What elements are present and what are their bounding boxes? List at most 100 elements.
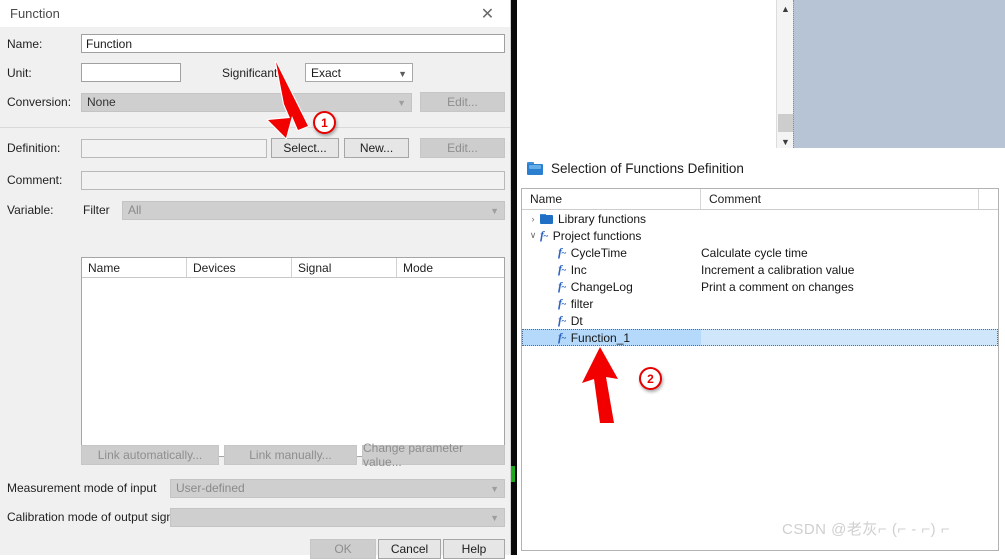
- chevron-down-icon: ▼: [490, 513, 499, 523]
- function-dialog-titlebar: Function ✕: [0, 0, 510, 27]
- name-row: Name: Function: [0, 34, 510, 53]
- measurement-mode-row: Measurement mode of input User-defined ▼: [0, 478, 510, 498]
- tree-item-label: Project functions: [552, 228, 642, 243]
- tree-item-comment: [701, 227, 979, 244]
- background-list-panel: [505, 0, 796, 148]
- fx-icon: f~: [558, 330, 566, 344]
- chevron-down-icon: ▼: [490, 206, 499, 216]
- chevron-down-icon: ▼: [398, 68, 407, 79]
- tree-item-name-cell: ∨ f~ Project functions: [522, 227, 701, 244]
- measurement-mode-label: Measurement mode of input: [7, 481, 157, 495]
- tree-item-comment: [701, 329, 979, 346]
- tree-col-name[interactable]: Name: [522, 189, 701, 209]
- annotation-marker-2: 2: [639, 367, 662, 390]
- tree-item-name-cell: f~ Dt: [522, 312, 701, 329]
- unit-row: Unit: Significant Exact ▼: [0, 63, 510, 82]
- tree-item-cycletime[interactable]: f~ CycleTime Calculate cycle time: [522, 244, 998, 261]
- definition-input[interactable]: [81, 138, 267, 158]
- tree-item-label: Function_1: [570, 330, 631, 345]
- tree-item-function-1[interactable]: f~ Function_1: [522, 329, 998, 346]
- annotation-arrow-2: [580, 345, 620, 425]
- link-manually-button: Link manually...: [224, 445, 357, 465]
- help-button[interactable]: Help: [443, 539, 505, 559]
- unit-input[interactable]: [81, 63, 181, 82]
- background-scrollbar[interactable]: ▲ ▼: [776, 0, 794, 150]
- comment-row: Comment:: [0, 170, 510, 190]
- tree-item-name-cell: f~ filter: [522, 295, 701, 312]
- selection-dialog-titlebar: Selection of Functions Definition: [517, 152, 1005, 184]
- functions-tree-header: Name Comment: [522, 189, 998, 210]
- folder-icon: [540, 213, 553, 224]
- tree-item-comment: Calculate cycle time: [701, 245, 808, 260]
- tree-item-label: ChangeLog: [570, 279, 633, 294]
- annotation-marker-1: 1: [313, 111, 336, 134]
- tree-col-spacer: [979, 189, 998, 209]
- new-button[interactable]: New...: [344, 138, 409, 158]
- tree-item-comment: Print a comment on changes: [701, 279, 854, 294]
- watermark: CSDN @老灰⌐ (⌐ - ⌐) ⌐: [782, 521, 951, 538]
- function-dialog-body: Name: Function Unit: Significant Exact ▼…: [0, 27, 510, 559]
- background-blue-area: [793, 0, 1005, 148]
- tree-item-name-cell: f~ CycleTime: [522, 244, 701, 261]
- definition-row: Definition: Select... New... Edit...: [0, 138, 510, 158]
- grid-col-name[interactable]: Name: [82, 258, 187, 277]
- fx-icon: f~: [540, 228, 548, 242]
- fx-icon: f~: [558, 296, 566, 310]
- tree-item-name-cell: f~ Function_1: [522, 329, 701, 346]
- functions-tree-rows: › Library functions ∨ f~ Project functions f~…: [522, 210, 998, 346]
- grid-col-devices[interactable]: Devices: [187, 258, 292, 277]
- fx-icon: f~: [558, 262, 566, 276]
- tree-item-comment: [701, 210, 979, 227]
- chevron-right-icon[interactable]: ›: [526, 214, 540, 224]
- tree-item-comment: [701, 295, 979, 312]
- grid-col-mode[interactable]: Mode: [397, 258, 504, 277]
- tree-item-project-functions[interactable]: ∨ f~ Project functions: [522, 227, 998, 244]
- variable-label: Variable:: [7, 203, 54, 217]
- name-input[interactable]: Function: [81, 34, 505, 53]
- unit-label: Unit:: [7, 65, 32, 80]
- scroll-up-icon[interactable]: ▲: [777, 0, 794, 17]
- variables-grid[interactable]: Name Devices Signal Mode: [81, 257, 505, 457]
- footer-buttons-row: OK Cancel Help: [0, 539, 510, 559]
- tree-item-dt[interactable]: f~ Dt: [522, 312, 998, 329]
- chevron-down-icon: ▼: [490, 484, 499, 494]
- calibration-mode-label: Calibration mode of output signals:: [7, 510, 192, 524]
- measurement-mode-select[interactable]: User-defined ▼: [170, 478, 505, 498]
- scrollbar-thumb[interactable]: [778, 114, 793, 132]
- tree-item-label: Dt: [570, 313, 583, 328]
- fx-icon: f~: [558, 313, 566, 327]
- chevron-down-icon: ▼: [397, 98, 406, 108]
- function-dialog: Function ✕ Name: Function Unit: Signific…: [0, 0, 511, 559]
- definition-edit-button: Edit...: [420, 138, 505, 158]
- tree-item-changelog[interactable]: f~ ChangeLog Print a comment on changes: [522, 278, 998, 295]
- comment-input[interactable]: [81, 170, 505, 190]
- divider: [0, 127, 510, 128]
- ok-button: OK: [310, 539, 376, 559]
- function-dialog-title: Function: [10, 6, 60, 21]
- tree-item-inc[interactable]: f~ Inc Increment a calibration value: [522, 261, 998, 278]
- link-buttons-row: Link automatically... Link manually... C…: [0, 441, 510, 469]
- grid-col-signal[interactable]: Signal: [292, 258, 397, 277]
- close-icon[interactable]: ✕: [465, 0, 510, 27]
- tree-col-comment[interactable]: Comment: [701, 189, 979, 209]
- calibration-mode-select[interactable]: ▼: [170, 507, 505, 527]
- variables-grid-header: Name Devices Signal Mode: [82, 258, 504, 278]
- filter-value: All: [128, 203, 142, 217]
- chevron-down-icon[interactable]: ∨: [526, 230, 540, 241]
- tree-item-comment: [701, 312, 979, 329]
- filter-select[interactable]: All ▼: [122, 200, 505, 220]
- name-label: Name:: [7, 36, 43, 51]
- measurement-mode-value: User-defined: [176, 481, 245, 495]
- filter-label: Filter: [83, 203, 110, 217]
- conversion-select[interactable]: None ▼: [81, 92, 412, 112]
- tree-item-filter[interactable]: f~ filter: [522, 295, 998, 312]
- tree-item-name-cell: f~ Inc: [522, 261, 701, 278]
- tree-item-library-functions[interactable]: › Library functions: [522, 210, 998, 227]
- conversion-row: Conversion: None ▼ Edit...: [0, 92, 510, 112]
- tree-item-label: Library functions: [558, 211, 647, 226]
- cancel-button[interactable]: Cancel: [378, 539, 441, 559]
- folder-icon: [527, 161, 543, 175]
- fx-icon: f~: [558, 279, 566, 293]
- conversion-label: Conversion:: [7, 95, 72, 109]
- fx-icon: f~: [558, 245, 566, 259]
